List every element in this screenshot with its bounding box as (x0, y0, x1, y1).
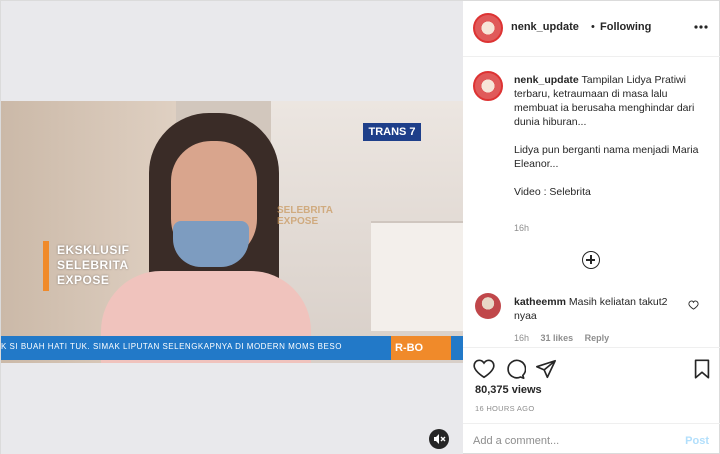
following-button[interactable]: Following (600, 21, 651, 33)
caption-text: nenk_update Tampilan Lidya Pratiwi terba… (514, 73, 710, 199)
show-watermark: SELEBRITA EXPOSE (277, 205, 333, 227)
header-separator: • (591, 21, 595, 33)
caption-paragraph2: Lidya pun berganti nama menjadi Maria El… (514, 144, 699, 170)
show-title-line3: EXPOSE (57, 273, 110, 287)
caption-paragraph3: Video : Selebrita (514, 186, 591, 198)
header-username[interactable]: nenk_update (511, 21, 579, 33)
post-timestamp[interactable]: 16 HOURS AGO (475, 404, 534, 413)
like-heart-icon[interactable] (473, 358, 495, 380)
load-more-comments-icon[interactable] (582, 251, 600, 269)
view-count[interactable]: 80,375 views (475, 384, 542, 396)
comment-input[interactable] (473, 432, 673, 450)
show-title: EKSKLUSIF SELEBRITA EXPOSE (57, 243, 130, 288)
show-title-accent (43, 241, 49, 291)
watermark-line2: EXPOSE (277, 216, 319, 227)
comment-time[interactable]: 16h (514, 333, 529, 343)
show-title-line1: EKSKLUSIF (57, 243, 130, 257)
media-panel[interactable]: TRANS 7 SELEBRITA EXPOSE EKSKLUSIF SELEB… (1, 1, 463, 454)
comment: katheemm Masih keliatan takut2 nyaa (514, 295, 686, 323)
instagram-post-modal: TRANS 7 SELEBRITA EXPOSE EKSKLUSIF SELEB… (0, 0, 720, 454)
caption-username[interactable]: nenk_update (514, 74, 579, 86)
muted-speaker-icon[interactable] (429, 429, 449, 449)
comment-avatar[interactable] (475, 293, 501, 319)
avatar[interactable] (473, 13, 503, 43)
reply-button[interactable]: Reply (585, 333, 610, 343)
caption-time[interactable]: 16h (514, 223, 529, 233)
face-mask (173, 221, 249, 267)
video-frame[interactable]: TRANS 7 SELEBRITA EXPOSE EKSKLUSIF SELEB… (1, 101, 463, 363)
bookmark-icon[interactable] (691, 358, 713, 380)
news-ticker: K SI BUAH HATI TUK. SIMAK LIPUTAN SELENG… (1, 336, 463, 360)
show-title-line2: SELEBRITA (57, 258, 129, 272)
comment-meta: 16h 31 likes Reply (514, 333, 618, 343)
watermark-line1: SELEBRITA (277, 205, 333, 216)
post-sidebar: nenk_update • Following nenk_update Tamp… (463, 1, 720, 454)
comments-area: nenk_update Tampilan Lidya Pratiwi terba… (463, 57, 720, 347)
comment-likes[interactable]: 31 likes (541, 333, 574, 343)
ticker-tag: R-BO (391, 336, 451, 360)
ticker-text: K SI BUAH HATI TUK. SIMAK LIPUTAN SELENG… (1, 342, 342, 351)
add-comment-bar: Post (463, 423, 720, 454)
action-bar: 80,375 views 16 HOURS AGO (463, 347, 720, 423)
channel-logo: TRANS 7 (363, 123, 421, 141)
post-button[interactable]: Post (685, 435, 709, 447)
caption-avatar[interactable] (473, 71, 503, 101)
comment-like-icon[interactable] (688, 300, 699, 313)
comment-username[interactable]: katheemm (514, 296, 566, 308)
more-horizontal-icon[interactable] (693, 19, 709, 35)
share-paper-plane-icon[interactable] (535, 358, 557, 380)
comment-bubble-icon[interactable] (504, 358, 527, 380)
video-background-panel (371, 221, 463, 331)
post-header: nenk_update • Following (463, 1, 720, 57)
